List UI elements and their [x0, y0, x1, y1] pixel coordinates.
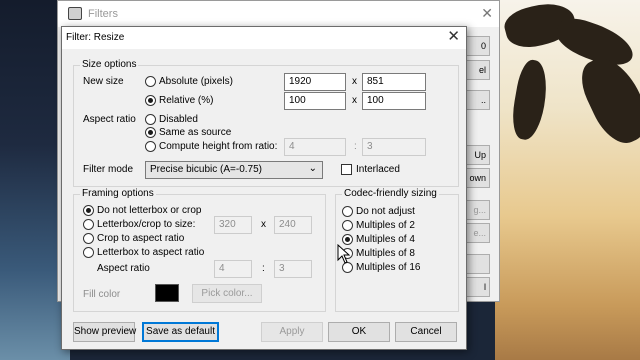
codec-dot-1 — [342, 220, 353, 231]
filter-mode-value: Precise bicubic (A=-0.75) — [150, 164, 262, 175]
relative-height-field[interactable]: 100 — [362, 92, 426, 110]
framing-aspect-a-field[interactable]: 4 — [214, 260, 252, 278]
show-preview-button[interactable]: Show preview — [73, 322, 136, 342]
same-as-source-label: Same as source — [159, 127, 232, 138]
codec-label-1: Multiples of 2 — [356, 220, 415, 231]
crop-aspect-label: Crop to aspect ratio — [97, 233, 185, 244]
compute-ratio-a-field[interactable]: 4 — [284, 138, 346, 156]
letterbox-width-field[interactable]: 320 — [214, 216, 252, 234]
dialog-title: Filter: Resize — [66, 32, 125, 43]
mouse-cursor-icon — [337, 244, 351, 264]
interlaced-checkbox[interactable]: Interlaced — [341, 164, 400, 175]
filters-close-icon[interactable]: ✕ — [481, 5, 493, 22]
letterbox-aspect-label: Letterbox to aspect ratio — [97, 247, 205, 258]
filters-app-icon — [68, 7, 82, 20]
filters-window-titlebar: Filters ✕ — [58, 1, 499, 27]
codec-label-2: Multiples of 4 — [356, 234, 415, 245]
letterbox-aspect-radio[interactable]: Letterbox to aspect ratio — [83, 247, 204, 258]
save-as-default-button[interactable]: Save as default — [142, 322, 219, 342]
dialog-close-icon[interactable]: ✕ — [447, 29, 460, 45]
interlaced-label: Interlaced — [356, 164, 400, 175]
codec-option-multiples-16[interactable]: Multiples of 16 — [342, 262, 420, 273]
absolute-width-field[interactable]: 1920 — [284, 73, 346, 91]
size-options-title: Size options — [80, 59, 139, 70]
same-as-source-radio[interactable]: Same as source — [145, 127, 231, 138]
resize-dialog: Filter: Resize ✕ Size options New size A… — [61, 26, 467, 350]
absolute-x-separator: x — [352, 76, 357, 87]
relative-x-separator: x — [352, 95, 357, 106]
compute-height-label: Compute height from ratio: — [159, 141, 278, 152]
relative-width-field[interactable]: 100 — [284, 92, 346, 110]
codec-option-multiples-2[interactable]: Multiples of 2 — [342, 220, 415, 231]
crop-aspect-radio[interactable]: Crop to aspect ratio — [83, 233, 184, 244]
compute-height-dot — [145, 141, 156, 152]
letterbox-aspect-dot — [83, 247, 94, 258]
desktop-background-right — [495, 0, 640, 360]
ok-button[interactable]: OK — [328, 322, 390, 342]
absolute-radio-dot — [145, 76, 156, 87]
relative-percent-radio[interactable]: Relative (%) — [145, 95, 213, 106]
aspect-disabled-label: Disabled — [159, 114, 198, 125]
filter-mode-select[interactable]: Precise bicubic (A=-0.75) ⌄ — [145, 161, 323, 179]
pick-color-button[interactable]: Pick color... — [192, 284, 262, 303]
absolute-pixels-radio[interactable]: Absolute (pixels) — [145, 76, 233, 87]
letterbox-crop-dot — [83, 219, 94, 230]
compute-height-radio[interactable]: Compute height from ratio: — [145, 141, 277, 152]
compute-colon-separator: : — [354, 141, 357, 152]
letterbox-crop-radio[interactable]: Letterbox/crop to size: — [83, 219, 195, 230]
interlaced-checkbox-box — [341, 164, 352, 175]
letterbox-height-field[interactable]: 240 — [274, 216, 312, 234]
aspect-ratio-label: Aspect ratio — [83, 114, 136, 125]
relative-radio-label: Relative (%) — [159, 95, 214, 106]
new-size-label: New size — [83, 76, 124, 87]
fill-color-label: Fill color — [83, 289, 121, 300]
aspect-disabled-radio[interactable]: Disabled — [145, 114, 198, 125]
dialog-titlebar: Filter: Resize ✕ — [62, 27, 466, 49]
aspect-disabled-dot — [145, 114, 156, 125]
letterbox-crop-label: Letterbox/crop to size: — [97, 219, 196, 230]
codec-label-3: Multiples of 8 — [356, 248, 415, 259]
filters-window-title: Filters — [88, 8, 118, 20]
absolute-radio-label: Absolute (pixels) — [159, 76, 233, 87]
filter-mode-label: Filter mode — [83, 164, 134, 175]
no-letterbox-dot — [83, 205, 94, 216]
framing-aspect-b-field[interactable]: 3 — [274, 260, 312, 278]
no-letterbox-label: Do not letterbox or crop — [97, 205, 202, 216]
cancel-button[interactable]: Cancel — [395, 322, 457, 342]
framing-options-title: Framing options — [80, 188, 156, 199]
codec-option-multiples-8[interactable]: Multiples of 8 — [342, 248, 415, 259]
chevron-down-icon: ⌄ — [308, 163, 317, 174]
absolute-height-field[interactable]: 851 — [362, 73, 426, 91]
compute-ratio-b-field[interactable]: 3 — [362, 138, 426, 156]
codec-label-4: Multiples of 16 — [356, 262, 421, 273]
codec-sizing-title: Codec-friendly sizing — [342, 188, 439, 199]
relative-radio-dot — [145, 95, 156, 106]
same-as-source-dot — [145, 127, 156, 138]
codec-option-multiples-4[interactable]: Multiples of 4 — [342, 234, 415, 245]
no-letterbox-radio[interactable]: Do not letterbox or crop — [83, 205, 202, 216]
letterbox-x-separator: x — [261, 219, 266, 230]
fill-color-swatch[interactable] — [155, 284, 179, 302]
framing-aspect-ratio-label: Aspect ratio — [97, 263, 150, 274]
apply-button[interactable]: Apply — [261, 322, 323, 342]
codec-label-0: Do not adjust — [356, 206, 415, 217]
codec-option-do-not-adjust[interactable]: Do not adjust — [342, 206, 415, 217]
codec-dot-0 — [342, 206, 353, 217]
framing-colon-separator: : — [262, 263, 265, 274]
crop-aspect-dot — [83, 233, 94, 244]
